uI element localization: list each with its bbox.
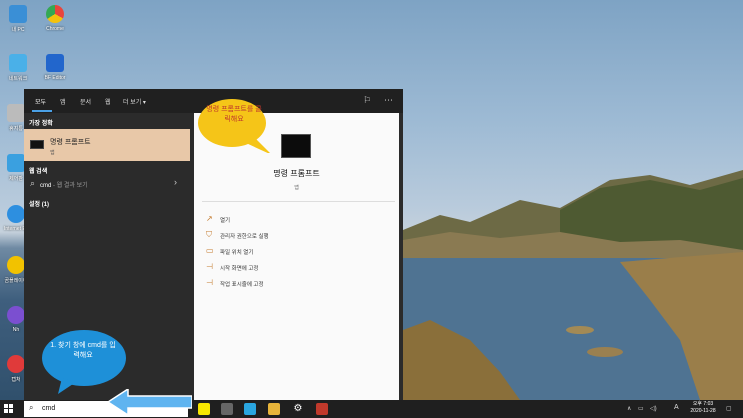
clock-date: 2020-11-28 xyxy=(690,408,716,414)
shield-icon: ⛉ xyxy=(206,230,212,239)
chevron-up-icon[interactable]: ∧ xyxy=(627,405,631,412)
network-icon xyxy=(9,54,27,72)
tab-web[interactable]: 웹 xyxy=(105,97,111,106)
web-search-result[interactable]: ⌕ cmd - 웹 결과 보기 › xyxy=(24,177,190,191)
computer-icon xyxy=(9,5,27,23)
search-icon: ⌕ xyxy=(29,403,34,412)
best-match-title: 명령 프롬프트 xyxy=(50,139,91,146)
volume-icon[interactable]: ◁) xyxy=(650,405,657,412)
feedback-icon[interactable]: ⚐ xyxy=(363,95,371,106)
annotation-blue-bubble: 1. 찾기 창에 cmd를 입력해요 xyxy=(40,328,136,394)
desktop-icon-label: Chrome xyxy=(46,26,64,32)
search-icon: ⌕ xyxy=(30,178,36,188)
detail-type: 앱 xyxy=(294,185,299,191)
bm-app-icon xyxy=(46,54,64,72)
ime-indicator[interactable]: A xyxy=(674,404,679,411)
internet-explorer-icon xyxy=(7,205,25,223)
yellow-bubble-text: 명령 프롬프트를 클릭해요 xyxy=(206,106,262,123)
notification-icon[interactable]: ▢ xyxy=(726,405,732,412)
action-label: 파일 위치 열기 xyxy=(220,250,254,256)
desktop-icon-bm-app[interactable]: BF Editor xyxy=(43,54,67,81)
chevron-down-icon: ▾ xyxy=(142,100,146,106)
action-label: 관리자 권한으로 실행 xyxy=(220,234,269,240)
annotation-yellow-bubble: 명령 프롬프트를 클릭해요 xyxy=(194,97,274,153)
desktop-icon-network[interactable]: 네트워크 xyxy=(6,54,30,82)
arrow-pointer xyxy=(106,387,193,417)
player-icon xyxy=(7,256,25,274)
divider xyxy=(202,201,395,202)
desktop-icon-label: 내 PC xyxy=(11,27,25,33)
desktop-icon-chrome[interactable]: Chrome xyxy=(43,5,67,32)
control-panel-icon xyxy=(7,154,25,172)
tab-documents[interactable]: 문서 xyxy=(80,97,91,106)
bird-app-icon[interactable] xyxy=(244,403,256,415)
open-icon: ↗ xyxy=(206,214,213,223)
best-match-type: 앱 xyxy=(50,150,55,156)
tab-apps[interactable]: 앱 xyxy=(60,97,66,106)
desktop-icon-my-pc[interactable]: 내 PC xyxy=(6,5,30,33)
media-app-icon[interactable] xyxy=(316,403,328,415)
clock-time: 오후 7:03 xyxy=(692,401,714,407)
web-query-suffix: - 웹 결과 보기 xyxy=(51,183,88,189)
capture-icon xyxy=(7,355,25,373)
active-tab-underline xyxy=(32,110,52,112)
best-match-heading: 가장 정확 xyxy=(29,121,53,127)
clock[interactable]: 오후 7:03 2020-11-28 xyxy=(686,401,720,415)
pin-icon: ⊣ xyxy=(206,262,213,271)
desktop-icon-label: 네트워크 xyxy=(8,76,28,82)
recycle-bin-icon xyxy=(7,104,25,122)
pin-icon: ⊣ xyxy=(206,278,213,287)
blue-bubble-text: 1. 찾기 창에 cmd를 입력해요 xyxy=(50,342,116,359)
action-label: 시작 화면에 고정 xyxy=(220,266,259,272)
n-app-icon xyxy=(7,306,25,324)
desktop-icon-label: BF Editor xyxy=(44,75,66,81)
more-options-icon[interactable]: ⋯ xyxy=(384,95,393,106)
web-search-heading: 웹 검색 xyxy=(29,169,48,175)
chrome-icon xyxy=(46,5,64,23)
detail-pane: 명령 프롬프트 앱 ↗ 열기 ⛉ 관리자 권한으로 실행 ▭ 파일 위치 열기 … xyxy=(194,113,399,400)
web-query: cmd xyxy=(40,183,52,189)
folder-icon: ▭ xyxy=(206,246,214,255)
action-label: 작업 표시줄에 고정 xyxy=(220,282,264,288)
action-label: 열기 xyxy=(220,218,231,224)
chevron-right-icon[interactable]: › xyxy=(174,177,177,187)
tab-more[interactable]: 더 보기 ▾ xyxy=(123,97,146,106)
best-match-result[interactable]: 명령 프롬프트 앱 xyxy=(24,129,190,161)
settings-gear-icon[interactable]: ⚙ xyxy=(292,403,304,415)
command-prompt-large-icon xyxy=(281,134,311,158)
command-prompt-icon xyxy=(30,140,44,149)
file-explorer-icon[interactable] xyxy=(268,403,280,415)
network-icon[interactable]: ▭ xyxy=(638,405,644,412)
settings-heading[interactable]: 설정 (1) xyxy=(29,199,49,208)
kakaotalk-icon[interactable] xyxy=(198,403,210,415)
tab-all[interactable]: 모두 xyxy=(35,97,46,106)
store-icon[interactable] xyxy=(221,403,233,415)
detail-title: 명령 프롬프트 xyxy=(273,169,320,178)
search-input[interactable]: cmd xyxy=(42,405,55,412)
windows-start-icon[interactable] xyxy=(4,404,14,414)
tab-more-label: 더 보기 xyxy=(123,100,142,106)
